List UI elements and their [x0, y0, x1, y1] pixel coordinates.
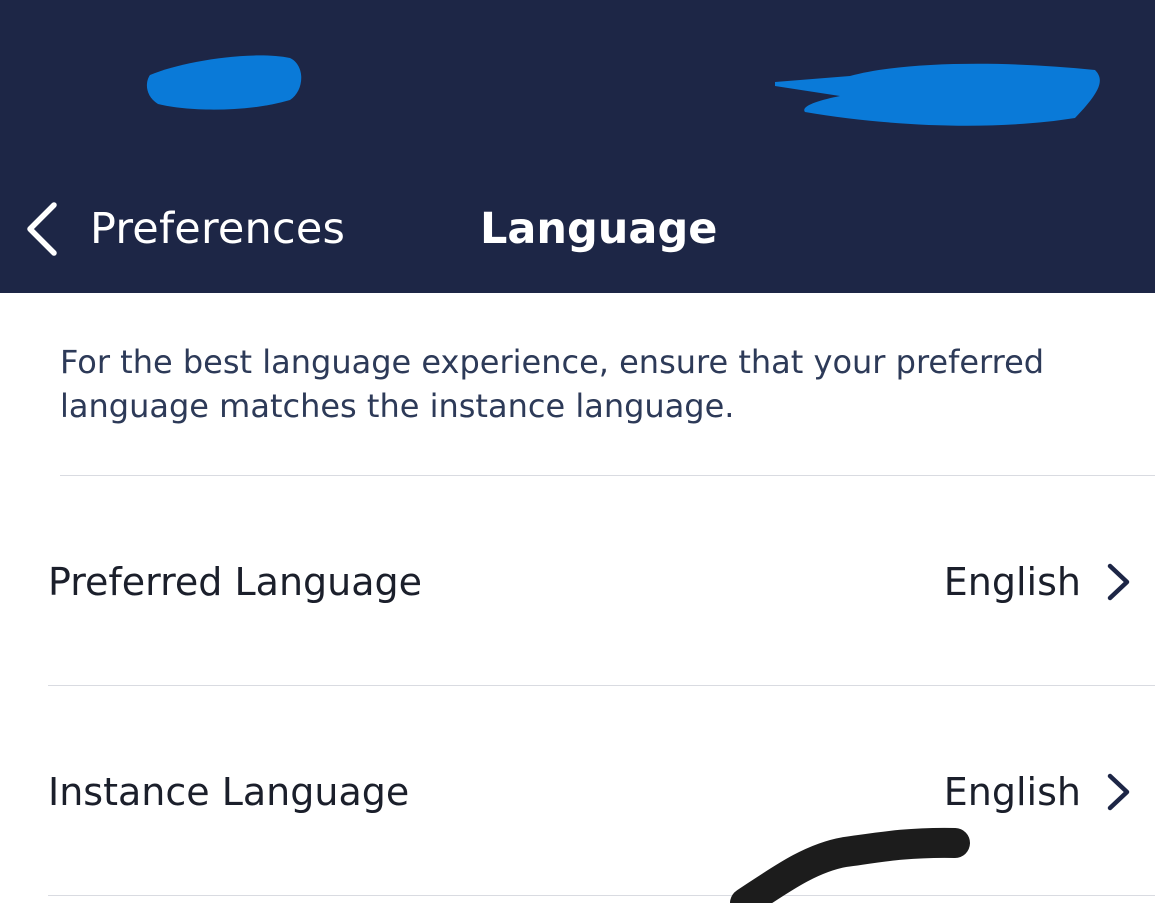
scribble-mark: [730, 827, 970, 903]
language-settings-screen: Preferences Language For the best langua…: [0, 0, 1155, 903]
